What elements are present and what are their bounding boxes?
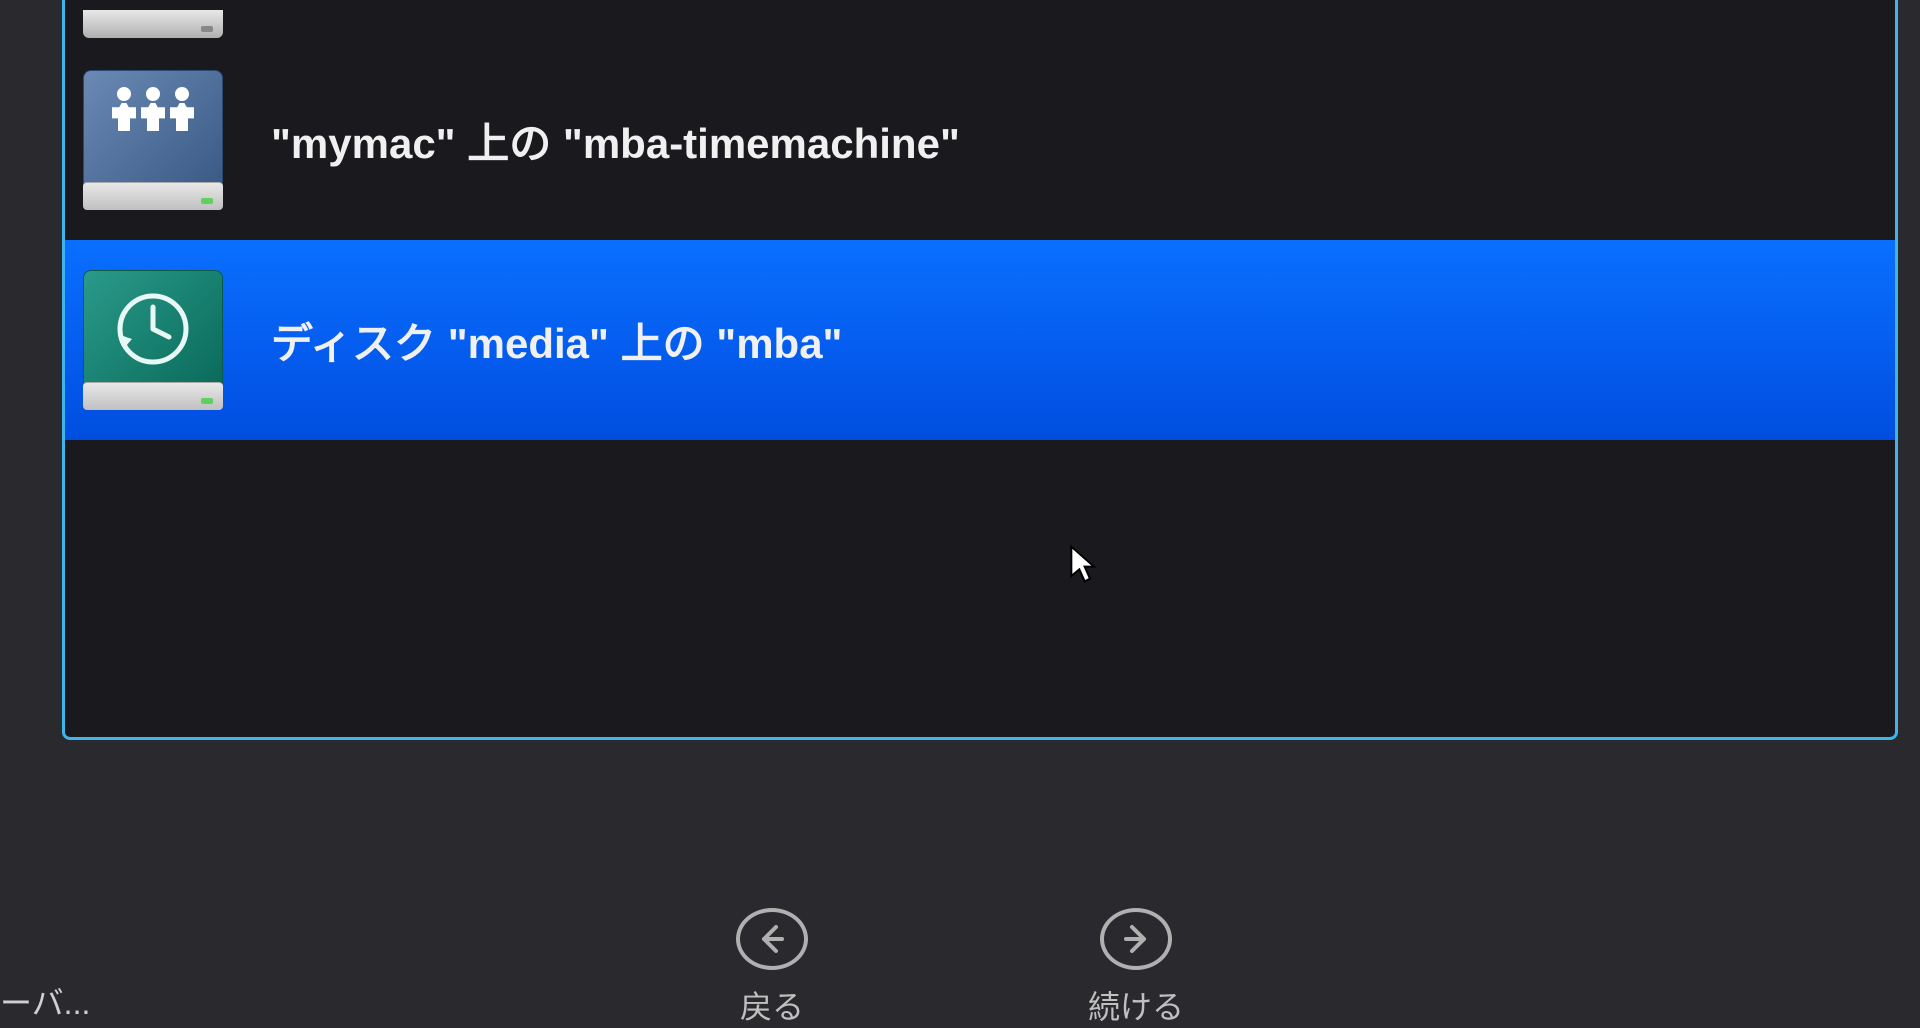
list-item[interactable]: ディスク "media" 上の "mba" <box>65 240 1895 440</box>
network-drive-icon <box>83 70 223 210</box>
list-item-label: ディスク "media" 上の "mba" <box>271 310 842 371</box>
arrow-right-icon <box>1100 908 1172 970</box>
continue-button[interactable]: 続ける <box>1088 908 1184 1028</box>
list-item[interactable] <box>65 0 1895 40</box>
arrow-left-icon <box>736 908 808 970</box>
navigation-controls: 戻る 続ける <box>0 898 1920 1028</box>
continue-button-label: 続ける <box>1088 982 1184 1028</box>
back-button[interactable]: 戻る <box>736 908 808 1028</box>
list-item[interactable]: "mymac" 上の "mba-timemachine" <box>65 40 1895 240</box>
timemachine-drive-icon <box>83 270 223 410</box>
backup-source-list: "mymac" 上の "mba-timemachine" ディスク "media… <box>62 0 1898 740</box>
truncated-label: ーバ... <box>0 978 90 1024</box>
back-button-label: 戻る <box>740 982 804 1028</box>
list-item-label: "mymac" 上の "mba-timemachine" <box>271 110 960 171</box>
drive-icon <box>83 10 223 38</box>
